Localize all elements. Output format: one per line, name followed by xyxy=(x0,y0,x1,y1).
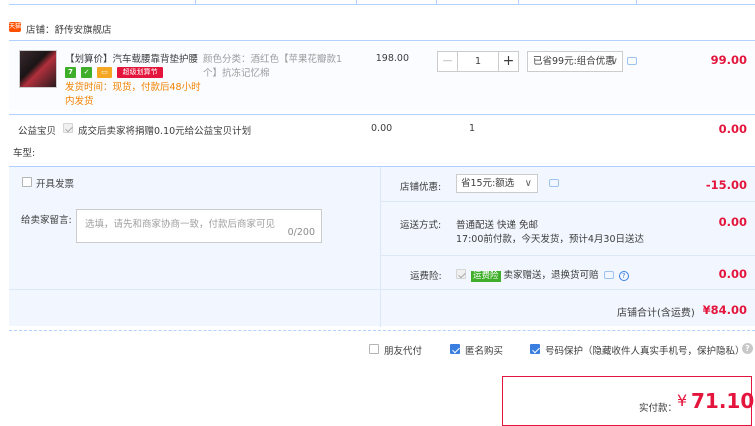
payment-currency: ¥ xyxy=(677,391,688,410)
charity-price: 0.00 xyxy=(371,123,393,134)
shipping-insurance-amount: 0.00 xyxy=(718,267,747,281)
shop-discount-amount: -15.00 xyxy=(705,178,747,192)
item-subtotal: 99.00 xyxy=(710,53,747,67)
charity-qty: 1 xyxy=(469,123,476,134)
sku-info: 颜色分类：酒红色【苹果花瓣款1 个】抗冻记忆棉 xyxy=(203,53,353,81)
chat-icon[interactable] xyxy=(603,271,614,279)
shipping-insurance-tag: 运费险 xyxy=(471,271,501,282)
question-mark-icon[interactable]: ? xyxy=(618,270,629,281)
charity-label: 公益宝贝 xyxy=(18,126,57,137)
panel-divider xyxy=(9,289,755,290)
shop-discount-value: 省15元:额选 xyxy=(461,178,515,189)
seven-day-return-icon: 7 xyxy=(65,67,76,78)
header-divider xyxy=(518,0,519,5)
credit-card-icon: ▭ xyxy=(97,67,113,78)
shipping-note-line: 内发货 xyxy=(65,96,94,107)
panel-divider xyxy=(380,255,755,256)
order-options-panel: 开具发票 给卖家留言: 选填，请先和商家协商一致，付款后商家可见 0/200 店… xyxy=(9,166,755,327)
invoice-label: 开具发票 xyxy=(36,179,75,190)
super-deal-badge: 超级划算节 xyxy=(117,67,164,78)
shop-discount-select[interactable]: 省15元:额选 ∨ xyxy=(456,174,538,193)
shop-discount-label: 店铺优惠: xyxy=(400,182,442,193)
chevron-down-icon: ∨ xyxy=(524,178,532,189)
delivery-method: 普通配送 快递 免邮 xyxy=(456,220,539,231)
guarantee-icon: ✓ xyxy=(81,67,93,78)
help-icon[interactable]: ? xyxy=(742,343,753,354)
shipping-insurance-label: 运费险: xyxy=(410,271,442,282)
shipping-insurance-text: 卖家赠送，退换货可赔 xyxy=(503,270,599,281)
order-footer-options: 朋友代付 匿名购买 号码保护（隐藏收件人真实手机号，保护隐私） ? xyxy=(9,330,755,366)
table-header-remnant xyxy=(0,0,755,5)
shipping-note: 发货时间：现货，付款后48小时 内发货 xyxy=(65,81,205,109)
charity-text: 成交后卖家将捐赠0.10元给公益宝贝计划 xyxy=(78,126,252,137)
sku-line: 颜色分类：酒红色【苹果花瓣款1 xyxy=(203,54,343,65)
charity-row: 公益宝贝 成交后卖家将捐赠0.10元给公益宝贝计划 0.00 1 0.00 xyxy=(9,114,755,142)
shipping-insurance-checkbox xyxy=(456,269,466,279)
quantity-decrease-button[interactable]: − xyxy=(438,52,458,71)
invoice-checkbox[interactable] xyxy=(22,177,32,187)
header-divider xyxy=(195,0,196,5)
friend-pay-label: 朋友代付 xyxy=(384,346,423,357)
payment-label: 实付款： xyxy=(639,403,678,414)
shipping-insurance-info: 运费险 卖家赠送，退换货可赔 ? xyxy=(471,267,629,282)
delivery-label: 运送方式: xyxy=(400,220,442,231)
message-placeholder: 选填，请先和商家协商一致，付款后商家可见 xyxy=(85,219,276,230)
delivery-amount: 0.00 xyxy=(718,215,747,229)
shop-name[interactable]: 店铺：舒传安旗舰店 xyxy=(26,22,112,36)
number-protect-checkbox[interactable] xyxy=(530,344,540,354)
quantity-stepper: − 1 + xyxy=(437,51,519,72)
tmall-shop-icon: 天猫 xyxy=(9,22,22,32)
message-char-counter: 0/200 xyxy=(287,227,315,238)
car-model-label: 车型: xyxy=(13,148,36,159)
header-divider xyxy=(636,0,637,5)
message-label: 给卖家留言: xyxy=(21,215,72,226)
anonymous-buy-label: 匿名购买 xyxy=(465,346,504,357)
panel-divider xyxy=(380,201,755,202)
chevron-down-icon: ∨ xyxy=(610,56,618,67)
delivery-eta: 17:00前付款，今天发货，预计4月30日送达 xyxy=(456,234,645,245)
order-item-row: 【划算价】汽车载腰靠背垫护腰… 7 ✓ ▭ 超级划算节 发货时间：现货，付款后4… xyxy=(9,40,755,110)
friend-pay-checkbox[interactable] xyxy=(369,344,379,354)
header-divider xyxy=(356,0,357,5)
product-badges: 7 ✓ ▭ 超级划算节 xyxy=(65,67,165,80)
charity-checkbox xyxy=(63,123,73,133)
header-underline xyxy=(9,4,755,5)
chat-icon[interactable] xyxy=(549,179,559,187)
quantity-increase-button[interactable]: + xyxy=(498,52,518,71)
quantity-input[interactable]: 1 xyxy=(459,52,497,71)
number-protect-label: 号码保护（隐藏收件人真实手机号，保护隐私） xyxy=(545,346,745,357)
sku-line: 个】抗冻记忆棉 xyxy=(203,68,270,79)
shipping-note-line: 发货时间：现货，付款后48小时 xyxy=(65,82,201,93)
product-thumbnail[interactable] xyxy=(19,50,57,88)
panel-divider xyxy=(380,167,381,327)
shop-header: 天猫 店铺：舒传安旗舰店 xyxy=(0,18,755,38)
promotion-select[interactable]: 已省99元:组合优惠 ∨ xyxy=(527,51,623,72)
message-to-seller-input[interactable]: 选填，请先和商家协商一致，付款后商家可见 0/200 xyxy=(76,209,322,243)
shop-total-value: ¥84.00 xyxy=(702,303,747,317)
anonymous-buy-checkbox[interactable] xyxy=(450,344,460,354)
header-divider xyxy=(436,0,437,5)
chat-icon[interactable] xyxy=(627,57,637,65)
unit-price: 198.00 xyxy=(375,53,409,64)
charity-subtotal: 0.00 xyxy=(718,122,747,136)
promotion-select-value: 已省99元:组合优惠 xyxy=(533,56,615,67)
product-title[interactable]: 【划算价】汽车载腰靠背垫护腰… xyxy=(65,53,199,67)
payment-amount: 71.10 xyxy=(691,389,755,413)
